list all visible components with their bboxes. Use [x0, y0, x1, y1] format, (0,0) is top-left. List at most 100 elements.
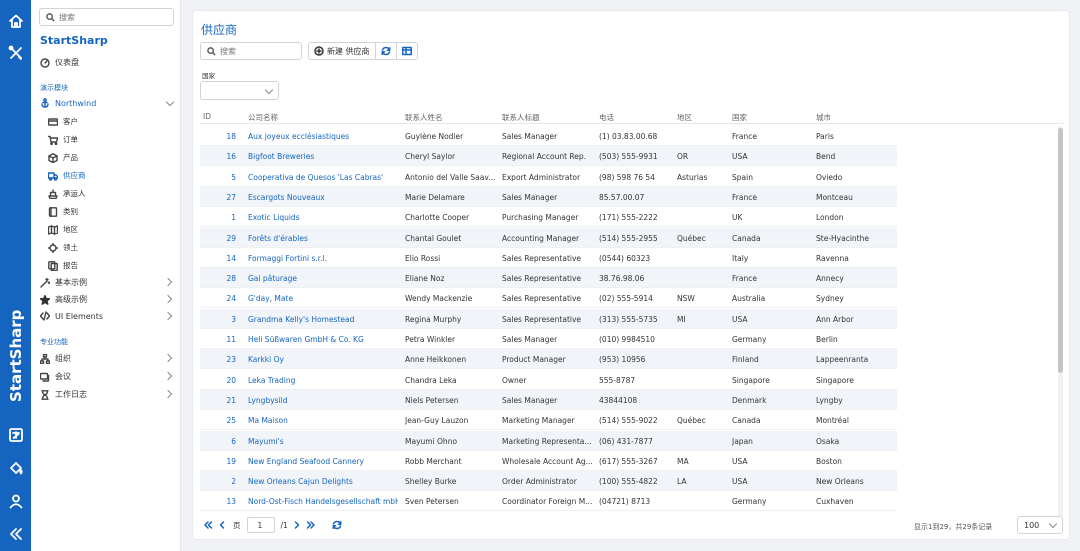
cell-region: OR [677, 152, 689, 162]
cell-company[interactable]: Nord-Ost-Fisch Handelsgesellschaft mbH [248, 497, 398, 506]
table-row[interactable]: 1 Exotic Liquids Charlotte Cooper Purchasin… [200, 207, 897, 228]
table-row[interactable]: 14 Formaggi Fortini s.r.l. Elio Rossi Sales… [200, 248, 897, 268]
scrollbar-thumb[interactable] [1058, 128, 1063, 373]
sidebar-item-categories[interactable]: 类别 [48, 206, 78, 217]
cell-company[interactable]: Heli Süßwaren GmbH & Co. KG [248, 335, 398, 344]
reload-icon[interactable] [331, 519, 343, 531]
table-row[interactable]: 16 Bigfoot Breweries Cheryl Saylor Regional… [200, 146, 897, 167]
column-header-region[interactable]: 地区 [677, 112, 692, 123]
sidebar-item-dashboard[interactable]: 仪表盘 [40, 57, 79, 68]
grid-search-input[interactable]: 搜索 [200, 42, 302, 60]
sidebar-item-basic-samples[interactable]: 基本示例 [40, 277, 175, 288]
collapse-icon[interactable] [6, 524, 25, 543]
refresh-button[interactable] [376, 43, 397, 59]
cell-city: Bend [816, 152, 836, 162]
sidebar-item-reports[interactable]: 报告 [48, 260, 78, 271]
table-row[interactable]: 13 Nord-Ost-Fisch Handelsgesellschaft mbH… [200, 491, 897, 512]
refresh-icon [381, 46, 390, 56]
sidebar-item-work-log[interactable]: 工作日志 [40, 389, 175, 400]
table-row[interactable]: 29 Forêts d'érables Chantal Goulet Accounti… [200, 227, 897, 248]
cell-id: 2 [231, 477, 236, 487]
sidebar-item-shippers[interactable]: 承运人 [48, 188, 86, 199]
user-icon[interactable] [6, 491, 25, 510]
cell-company[interactable]: Lyngbysild [248, 396, 398, 405]
table-row[interactable]: 19 New England Seafood Cannery Robb Mercha… [200, 451, 897, 471]
sidebar-item-ui-elements[interactable]: UI Elements [40, 311, 175, 321]
table-row[interactable]: 5 Cooperativa de Quesos 'Las Cabras' Anton… [200, 167, 897, 187]
page-size-select[interactable]: 100 [1017, 516, 1063, 534]
column-header-city[interactable]: 城市 [816, 112, 831, 123]
sidebar-item-northwind[interactable]: Northwind [40, 97, 175, 108]
column-header-contact-name[interactable]: 联系人姓名 [405, 112, 443, 123]
cell-company[interactable]: Exotic Liquids [248, 213, 398, 222]
translate-icon[interactable] [6, 425, 25, 444]
sidebar-item-label: 地区 [63, 225, 78, 234]
cell-company[interactable]: Escargots Nouveaux [248, 193, 398, 202]
sidebar-item-suppliers[interactable]: 供应商 [48, 170, 86, 181]
table-row[interactable]: 18 Aux joyeux ecclésiastiques Guylène Nodi… [200, 126, 897, 146]
column-header-company[interactable]: 公司名称 [248, 112, 278, 123]
table-row[interactable]: 6 Mayumi's Mayumi Ohno Marketing Representa… [200, 430, 897, 451]
sidebar-item-organization[interactable]: 组织 [40, 353, 175, 364]
cell-company[interactable]: Bigfoot Breweries [248, 152, 398, 161]
table-row[interactable]: 2 New Orleans Cajun Delights Shelley Burke… [200, 471, 897, 492]
prev-page-icon[interactable] [216, 519, 228, 531]
sidebar-item-territories[interactable]: 领土 [48, 242, 78, 253]
cell-company[interactable]: Aux joyeux ecclésiastiques [248, 132, 398, 141]
sidebar-item-orders[interactable]: 订单 [48, 134, 78, 145]
tools-icon[interactable] [6, 43, 25, 62]
sidebar-item-advanced-samples[interactable]: 高级示例 [40, 294, 175, 305]
table-row[interactable]: 25 Ma Maison Jean-Guy Lauzon Marketing Mana… [200, 410, 897, 431]
cell-contact-name: Elio Rossi [405, 253, 441, 263]
cell-company[interactable]: Formaggi Fortini s.r.l. [248, 254, 398, 263]
chevron-right-icon [163, 277, 173, 287]
column-header-id[interactable]: ID [203, 112, 211, 121]
table-row[interactable]: 24 G'day, Mate Wendy Mackenzie Sales Repres… [200, 288, 897, 309]
column-header-country[interactable]: 国家 [732, 112, 747, 123]
cell-company[interactable]: Gai pâturage [248, 274, 398, 283]
page-number-input[interactable]: 1 [246, 517, 275, 533]
paint-bucket-icon[interactable] [6, 458, 25, 477]
cell-company[interactable]: Leka Trading [248, 376, 398, 385]
cell-company[interactable]: New Orleans Cajun Delights [248, 477, 398, 486]
cell-company[interactable]: Grandma Kelly's Homestead [248, 315, 398, 324]
cell-company[interactable]: Mayumi's [248, 437, 398, 446]
table-row[interactable]: 23 Karkki Oy Anne Heikkonen Product Manager… [200, 349, 897, 370]
last-page-icon[interactable] [305, 519, 317, 531]
cell-country: UK [732, 213, 743, 223]
next-page-icon[interactable] [291, 519, 303, 531]
first-page-icon[interactable] [202, 519, 214, 531]
new-supplier-button[interactable]: 新建 供应商 [309, 43, 376, 59]
home-icon[interactable] [6, 11, 25, 30]
column-header-phone[interactable]: 电话 [599, 112, 614, 123]
table-row[interactable]: 21 Lyngbysild Niels Petersen Sales Manager 4… [200, 389, 897, 410]
cell-company[interactable]: Forêts d'érables [248, 234, 398, 243]
cell-id: 25 [226, 416, 236, 426]
cell-id: 28 [226, 274, 236, 284]
table-row[interactable]: 20 Leka Trading Chandra Leka Owner 555-8787 S… [200, 370, 897, 390]
map-icon [48, 224, 58, 235]
cell-country: Finland [732, 355, 759, 365]
table-row[interactable]: 3 Grandma Kelly's Homestead Regina Murphy S… [200, 308, 897, 329]
cell-company[interactable]: New England Seafood Cannery [248, 457, 398, 466]
country-filter-select[interactable] [200, 81, 279, 100]
sidebar-item-regions[interactable]: 地区 [48, 224, 78, 235]
cell-country: Australia [732, 294, 766, 304]
cell-company[interactable]: Karkki Oy [248, 355, 398, 364]
cell-company[interactable]: Ma Maison [248, 416, 398, 425]
folder-icon [48, 206, 58, 217]
table-row[interactable]: 11 Heli Süßwaren GmbH & Co. KG Petra Winkl… [200, 329, 897, 349]
cell-company[interactable]: Cooperativa de Quesos 'Las Cabras' [248, 173, 398, 182]
column-picker-button[interactable] [397, 43, 417, 59]
sidebar-item-label: Northwind [55, 98, 97, 108]
sidebar-item-customers[interactable]: 客户 [48, 116, 78, 127]
column-header-contact-title[interactable]: 联系人标题 [502, 112, 540, 123]
sidebar-item-meeting[interactable]: 会议 [40, 371, 175, 382]
table-row[interactable]: 27 Escargots Nouveaux Marie Delamare Sales … [200, 186, 897, 207]
sidebar-search-input[interactable]: 搜索 [39, 8, 174, 26]
sidebar-item-products[interactable]: 产品 [48, 152, 78, 163]
grid-scrollbar[interactable] [1058, 126, 1063, 516]
cell-company[interactable]: G'day, Mate [248, 294, 398, 303]
sidebar-search-placeholder: 搜索 [59, 12, 75, 22]
table-row[interactable]: 28 Gai pâturage Eliane Noz Sales Representa… [200, 268, 897, 289]
